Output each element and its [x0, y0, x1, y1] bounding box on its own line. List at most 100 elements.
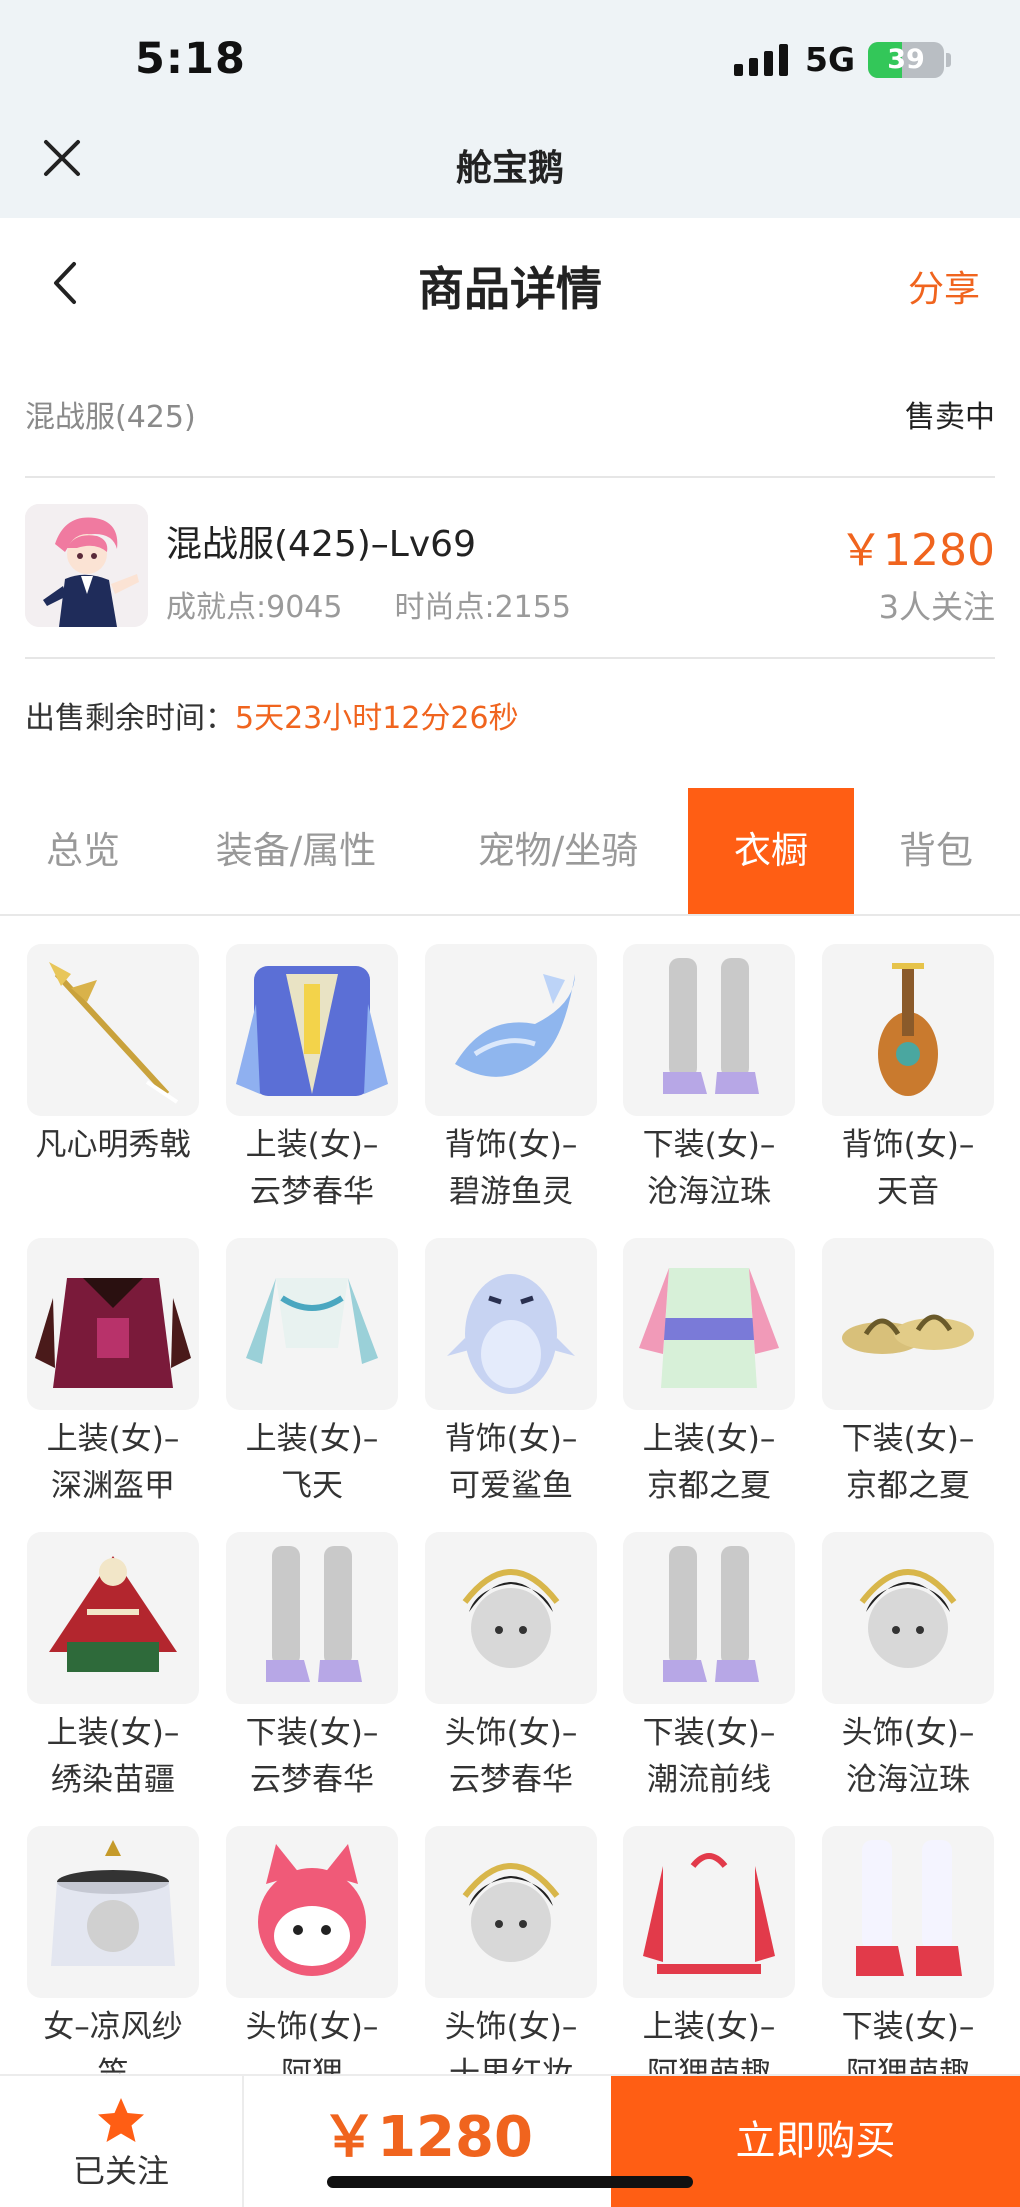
signal-icon: [734, 44, 790, 76]
wardrobe-item-name: 上装(女)– 阿狸萌趣: [614, 2004, 804, 2074]
app-title: 舱宝鹅: [455, 148, 564, 189]
wardrobe-item-name-line2: 碧游鱼灵: [449, 1174, 573, 1210]
follow-label: 已关注: [72, 2152, 169, 2190]
wardrobe-item-name: 下装(女)– 云梦春华: [217, 1710, 407, 1804]
wardrobe-item-name-line1: 下装(女)–: [245, 1715, 379, 1751]
wardrobe-item[interactable]: 背饰(女)– 可爱鲨鱼: [425, 1238, 597, 1510]
ahri-fox-icon: [226, 1826, 398, 1998]
wardrobe-item-name: 上装(女)– 京都之夏: [614, 1416, 804, 1510]
wardrobe-item[interactable]: 上装(女)– 深渊盔甲: [27, 1238, 199, 1510]
wardrobe-item[interactable]: 上装(女)– 阿狸萌趣: [623, 1826, 795, 2074]
tab-wardrobe[interactable]: 衣橱: [688, 788, 854, 914]
wardrobe-item[interactable]: 上装(女)– 飞天: [226, 1238, 398, 1510]
wardrobe-item-name: 上装(女)– 飞天: [217, 1416, 407, 1510]
wardrobe-item[interactable]: 头饰(女)– 沧海泣珠: [822, 1532, 994, 1804]
remaining-value: 5天23小时12分26秒: [235, 701, 519, 736]
wardrobe-item-name-line2: 云梦春华: [250, 1174, 374, 1210]
veil-hat-icon: [27, 1826, 199, 1998]
wardrobe-item-name-line2: 可爱鲨鱼: [449, 1468, 573, 1504]
wardrobe-item-name-line1: 头饰(女)–: [841, 1715, 975, 1751]
wardrobe-item[interactable]: 上装(女)– 绣染苗疆: [27, 1532, 199, 1804]
wardrobe-item-name: 背饰(女)– 可爱鲨鱼: [416, 1416, 606, 1510]
wardrobe-item-name: 凡心明秀戟: [18, 1122, 208, 1169]
server-name: 混战服(425): [25, 400, 196, 435]
wardrobe-item-name-line2: 沧海泣珠: [846, 1762, 970, 1798]
kimono-icon: [623, 1238, 795, 1410]
wardrobe-item-name-line2: 云梦春华: [250, 1762, 374, 1798]
wardrobe-item-name: 上装(女)– 云梦春华: [217, 1122, 407, 1216]
wardrobe-item-name-line1: 头饰(女)–: [245, 2009, 379, 2045]
wardrobe-item-name-line1: 上装(女)–: [642, 1421, 776, 1457]
wardrobe-item-name-line2: 阿狸萌趣: [647, 2056, 771, 2074]
sandals-icon: [822, 1238, 994, 1410]
headpiece-icon: [822, 1532, 994, 1704]
top-icon: [226, 1238, 398, 1410]
avatar: [25, 504, 148, 627]
wardrobe-item[interactable]: 头饰(女)– 十里红妆: [425, 1826, 597, 2074]
wardrobe-item-name: 背饰(女)– 天音: [813, 1122, 1003, 1216]
wardrobe-item[interactable]: 背饰(女)– 天音: [822, 944, 994, 1216]
wardrobe-item[interactable]: 下装(女)– 沧海泣珠: [623, 944, 795, 1216]
legs-icon: [623, 1532, 795, 1704]
wardrobe-item[interactable]: 凡心明秀戟: [27, 944, 199, 1169]
status-time: 5:18: [135, 34, 246, 84]
tab-pets[interactable]: 宠物/坐骑: [440, 788, 676, 914]
tab-overview[interactable]: 总览: [0, 788, 166, 914]
wardrobe-item-name-line1: 上装(女)–: [46, 1715, 180, 1751]
tab-backpack[interactable]: 背包: [876, 788, 996, 914]
wardrobe-item-name-line1: 凡心明秀戟: [35, 1127, 191, 1163]
character-stats: 成就点:9045 时尚点:2155: [166, 582, 571, 626]
achievement-points: 成就点:9045: [166, 590, 343, 625]
wardrobe-item-name-line2: 深渊盔甲: [51, 1468, 175, 1504]
wardrobe-item-name: 下装(女)– 潮流前线: [614, 1710, 804, 1804]
wardrobe-item-name-line1: 女–凉风纱: [43, 2009, 183, 2045]
poncho-icon: [27, 1532, 199, 1704]
wardrobe-item-name-line1: 背饰(女)–: [444, 1127, 578, 1163]
wardrobe-item[interactable]: 头饰(女)– 云梦春华: [425, 1532, 597, 1804]
wardrobe-item[interactable]: 背饰(女)– 碧游鱼灵: [425, 944, 597, 1216]
legs-icon: [623, 944, 795, 1116]
wardrobe-item[interactable]: 下装(女)– 京都之夏: [822, 1238, 994, 1510]
wardrobe-item-name: 头饰(女)– 阿狸: [217, 2004, 407, 2074]
wardrobe-item[interactable]: 下装(女)– 云梦春华: [226, 1532, 398, 1804]
wardrobe-item[interactable]: 下装(女)– 阿狸萌趣: [822, 1826, 994, 2074]
wardrobe-item-name-line2: 潮流前线: [647, 1762, 771, 1798]
wardrobe-item-name: 头饰(女)– 云梦春华: [416, 1710, 606, 1804]
wardrobe-item-name: 上装(女)– 深渊盔甲: [18, 1416, 208, 1510]
wardrobe-item-name: 下装(女)– 沧海泣珠: [614, 1122, 804, 1216]
star-icon: [98, 2098, 144, 2142]
wardrobe-item[interactable]: 女–凉风纱笠: [27, 1826, 199, 2074]
headpiece-icon: [425, 1826, 597, 1998]
wardrobe-item-name: 女–凉风纱笠: [18, 2004, 208, 2074]
fish-spirit-icon: [425, 944, 597, 1116]
legs-icon: [226, 1532, 398, 1704]
battery-icon: 39: [868, 42, 944, 78]
wardrobe-item-name-line2: 京都之夏: [846, 1468, 970, 1504]
fashion-points: 时尚点:2155: [394, 590, 571, 625]
share-button[interactable]: 分享: [908, 260, 980, 312]
wardrobe-item-name-line1: 下装(女)–: [841, 1421, 975, 1457]
wardrobe-item-name-line1: 下装(女)–: [642, 1715, 776, 1751]
battery-level: 39: [887, 44, 925, 75]
battery-tip: [946, 53, 951, 67]
wardrobe-item-name-line2: 笠: [97, 2056, 129, 2074]
wardrobe-item[interactable]: 头饰(女)– 阿狸: [226, 1826, 398, 2074]
wardrobe-item-name-line2: 十里红妆: [449, 2056, 573, 2074]
wardrobe-item-name-line1: 上装(女)–: [46, 1421, 180, 1457]
wardrobe-item-name-line1: 下装(女)–: [642, 1127, 776, 1163]
wardrobe-item[interactable]: 上装(女)– 京都之夏: [623, 1238, 795, 1510]
tab-equipment[interactable]: 装备/属性: [186, 788, 406, 914]
wardrobe-item[interactable]: 上装(女)– 云梦春华: [226, 944, 398, 1216]
home-indicator: [327, 2176, 693, 2188]
wardrobe-item-name: 背饰(女)– 碧游鱼灵: [416, 1122, 606, 1216]
wardrobe-item-name: 下装(女)– 京都之夏: [813, 1416, 1003, 1510]
wardrobe-item[interactable]: 下装(女)– 潮流前线: [623, 1532, 795, 1804]
wardrobe-item-name-line1: 背饰(女)–: [841, 1127, 975, 1163]
wardrobe-item-name-line1: 上装(女)–: [245, 1421, 379, 1457]
wardrobe-item-name-line1: 头饰(女)–: [444, 1715, 578, 1751]
listing-price: ￥1280: [839, 525, 995, 576]
wardrobe-item-name-line1: 头饰(女)–: [444, 2009, 578, 2045]
wardrobe-item-name-line1: 上装(女)–: [642, 2009, 776, 2045]
armor-icon: [27, 1238, 199, 1410]
headpiece-icon: [425, 1532, 597, 1704]
